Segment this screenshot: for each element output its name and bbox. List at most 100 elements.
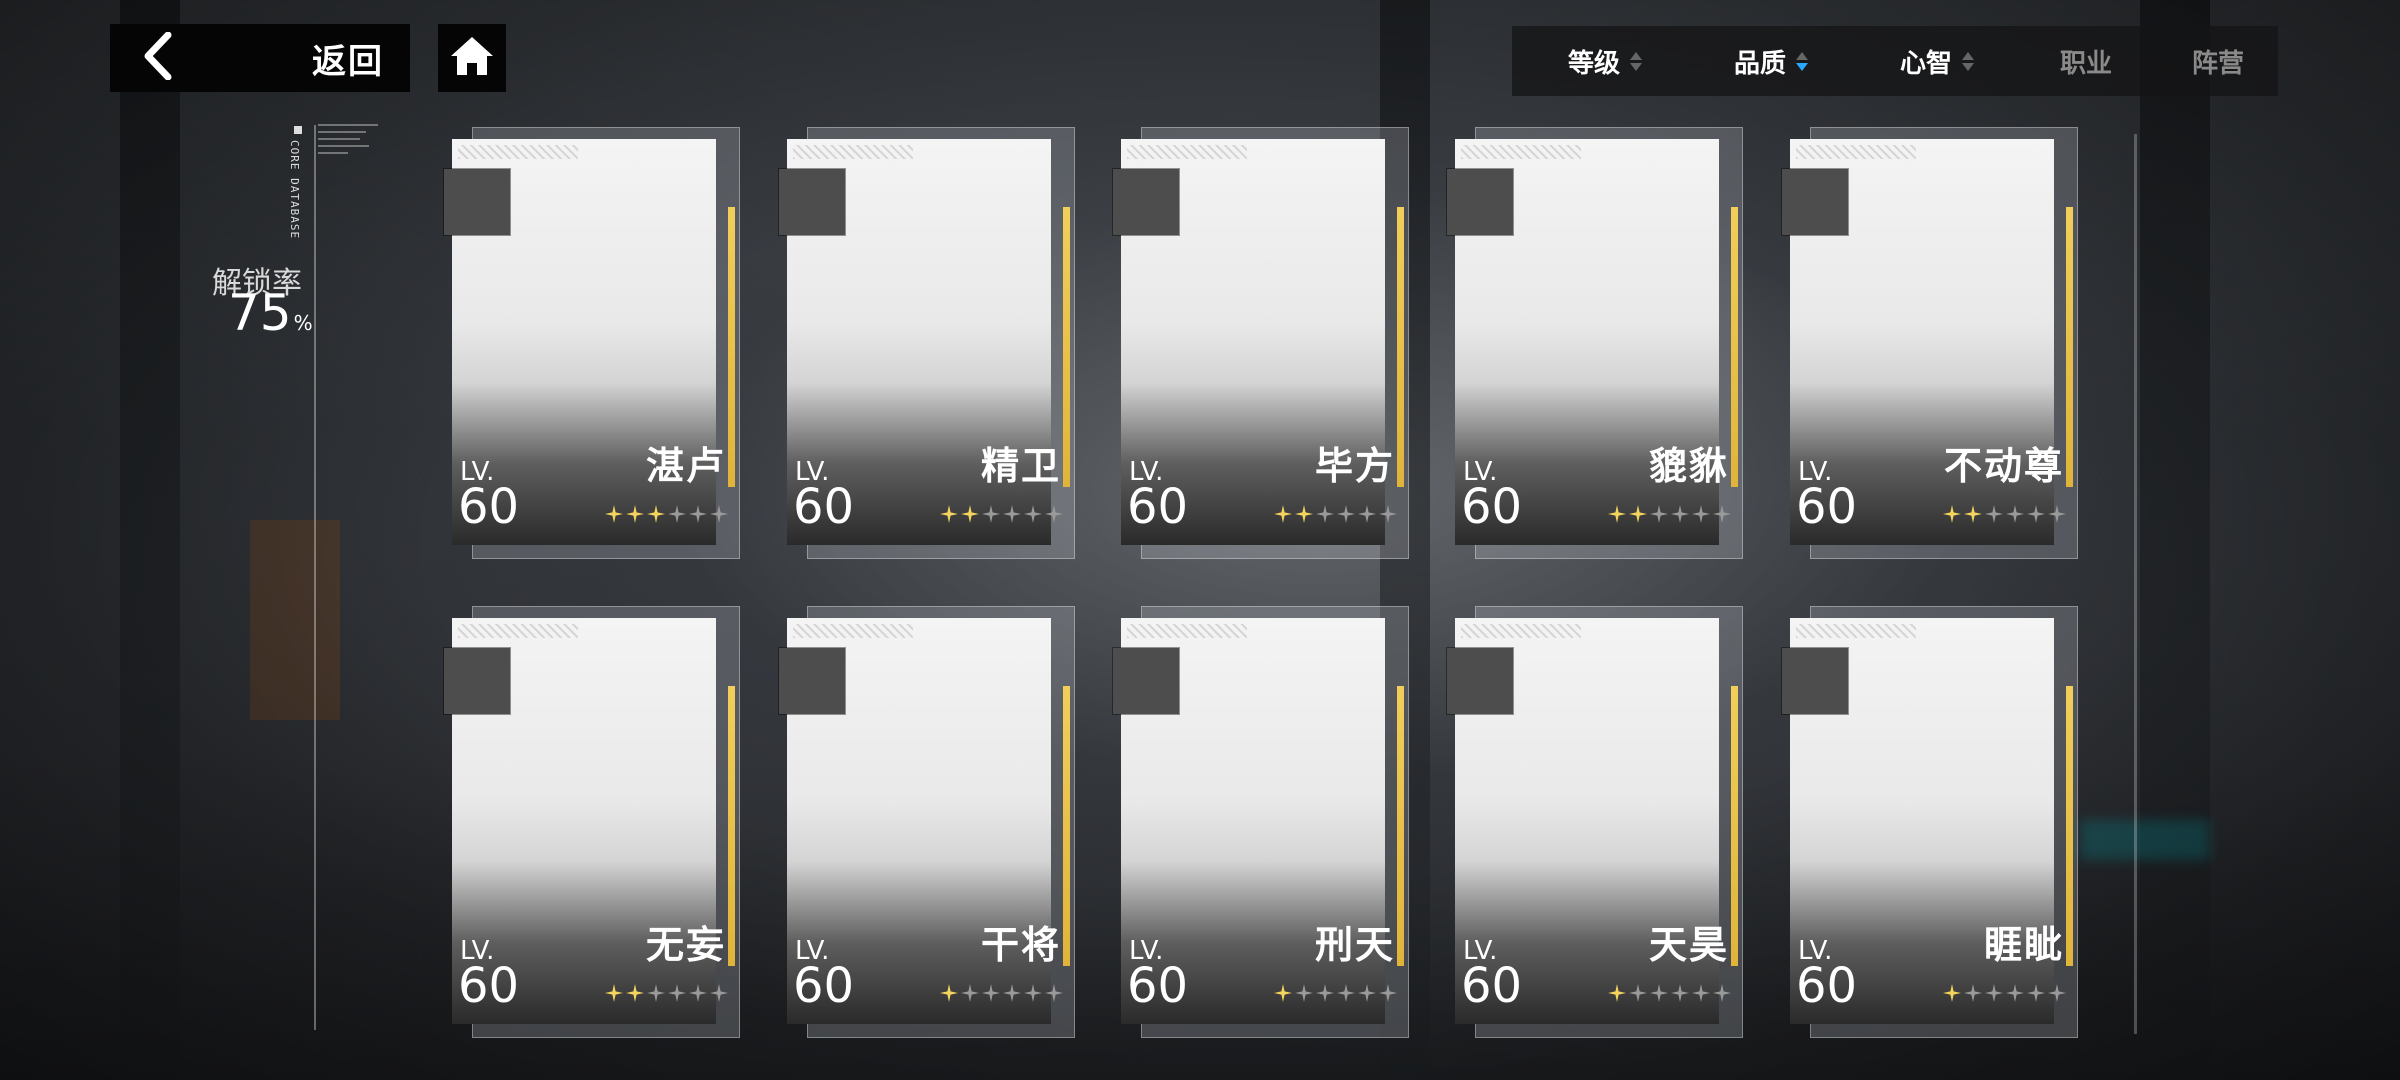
star-empty-icon (1358, 984, 1376, 1002)
card-rarity-bar (2066, 207, 2073, 487)
star-empty-icon (961, 984, 979, 1002)
class-badge (1782, 648, 1848, 714)
class-badge (1447, 648, 1513, 714)
character-card[interactable]: LV. 60 干将 (779, 606, 1075, 1038)
star-rating (940, 505, 1063, 523)
level-value: 60 (793, 479, 855, 535)
card-logo-mark (793, 145, 913, 159)
character-name: 刑天 (1314, 922, 1395, 967)
star-empty-icon (1003, 984, 1021, 1002)
sort-class[interactable]: 职业 (2060, 26, 2112, 96)
level-value: 60 (458, 479, 520, 535)
star-empty-icon (689, 984, 707, 1002)
sort-label: 阵营 (2192, 48, 2245, 79)
sort-quality[interactable]: 品质 (1734, 26, 1809, 96)
level-value: 60 (1127, 958, 1189, 1014)
star-rating (605, 984, 728, 1002)
level-value: 60 (458, 958, 520, 1014)
character-card[interactable]: LV. 60 天昊 (1447, 606, 1743, 1038)
star-filled-icon (626, 984, 644, 1002)
card-rarity-bar (728, 686, 735, 966)
card-rarity-bar (2066, 686, 2073, 966)
star-empty-icon (1985, 505, 2003, 523)
card-logo-mark (458, 624, 578, 638)
star-filled-icon (961, 505, 979, 523)
star-empty-icon (1671, 505, 1689, 523)
star-empty-icon (2048, 984, 2066, 1002)
card-logo-mark (1461, 624, 1581, 638)
star-filled-icon (1608, 984, 1626, 1002)
side-decoration (318, 124, 378, 159)
star-empty-icon (668, 505, 686, 523)
character-name: 睚眦 (1983, 922, 2064, 967)
star-empty-icon (2027, 984, 2045, 1002)
star-filled-icon (1943, 984, 1961, 1002)
level-value: 60 (793, 958, 855, 1014)
back-label: 返回 (312, 41, 384, 82)
home-button[interactable] (438, 24, 506, 92)
sort-desc-icon (1796, 51, 1809, 71)
star-rating (1943, 505, 2066, 523)
card-logo-mark (458, 145, 578, 159)
character-name: 不动尊 (1943, 443, 2064, 488)
star-empty-icon (689, 505, 707, 523)
star-empty-icon (1692, 984, 1710, 1002)
star-empty-icon (1713, 505, 1731, 523)
star-empty-icon (1629, 984, 1647, 1002)
back-button[interactable]: 返回 (110, 24, 410, 92)
star-empty-icon (1379, 984, 1397, 1002)
star-empty-icon (1713, 984, 1731, 1002)
class-badge (1113, 648, 1179, 714)
card-logo-mark (1461, 145, 1581, 159)
core-database-label: CORE DATABASE (288, 140, 301, 240)
star-empty-icon (647, 984, 665, 1002)
star-rating (1608, 984, 1731, 1002)
class-badge (1782, 169, 1848, 235)
star-empty-icon (1337, 505, 1355, 523)
character-card[interactable]: LV. 60 无妄 (444, 606, 740, 1038)
sort-mind[interactable]: 心智 (1900, 26, 1975, 96)
character-name: 貔貅 (1648, 443, 1729, 488)
star-empty-icon (1358, 505, 1376, 523)
star-filled-icon (605, 984, 623, 1002)
star-rating (1608, 505, 1731, 523)
character-card[interactable]: LV. 60 湛卢 (444, 127, 740, 559)
character-card[interactable]: LV. 60 貔貅 (1447, 127, 1743, 559)
character-card[interactable]: LV. 60 毕方 (1113, 127, 1409, 559)
character-name: 湛卢 (645, 443, 726, 488)
star-empty-icon (1316, 505, 1334, 523)
character-name: 天昊 (1648, 922, 1729, 967)
card-logo-mark (1796, 145, 1916, 159)
sort-faction[interactable]: 阵营 (2192, 26, 2244, 96)
sort-level[interactable]: 等级 (1568, 26, 1643, 96)
class-badge (1113, 169, 1179, 235)
card-rarity-bar (1731, 207, 1738, 487)
character-name: 精卫 (980, 443, 1061, 488)
home-icon (449, 35, 495, 81)
chevron-left-icon (140, 31, 174, 84)
character-name: 干将 (980, 922, 1061, 967)
star-filled-icon (626, 505, 644, 523)
unlock-rate-number: 75 (228, 284, 292, 342)
star-filled-icon (1964, 505, 1982, 523)
star-filled-icon (1629, 505, 1647, 523)
class-badge (444, 648, 510, 714)
level-value: 60 (1796, 958, 1858, 1014)
star-empty-icon (2048, 505, 2066, 523)
sort-label: 品质 (1734, 48, 1787, 79)
star-filled-icon (940, 984, 958, 1002)
star-empty-icon (1045, 984, 1063, 1002)
star-filled-icon (647, 505, 665, 523)
card-rarity-bar (1397, 686, 1404, 966)
card-logo-mark (1127, 624, 1247, 638)
card-rarity-bar (1731, 686, 1738, 966)
class-badge (779, 648, 845, 714)
star-empty-icon (2027, 505, 2045, 523)
star-rating (940, 984, 1063, 1002)
star-rating (1274, 984, 1397, 1002)
character-card[interactable]: LV. 60 刑天 (1113, 606, 1409, 1038)
character-card[interactable]: LV. 60 睚眦 (1782, 606, 2078, 1038)
scrollbar[interactable] (2134, 134, 2137, 1034)
character-card[interactable]: LV. 60 不动尊 (1782, 127, 2078, 559)
character-card[interactable]: LV. 60 精卫 (779, 127, 1075, 559)
